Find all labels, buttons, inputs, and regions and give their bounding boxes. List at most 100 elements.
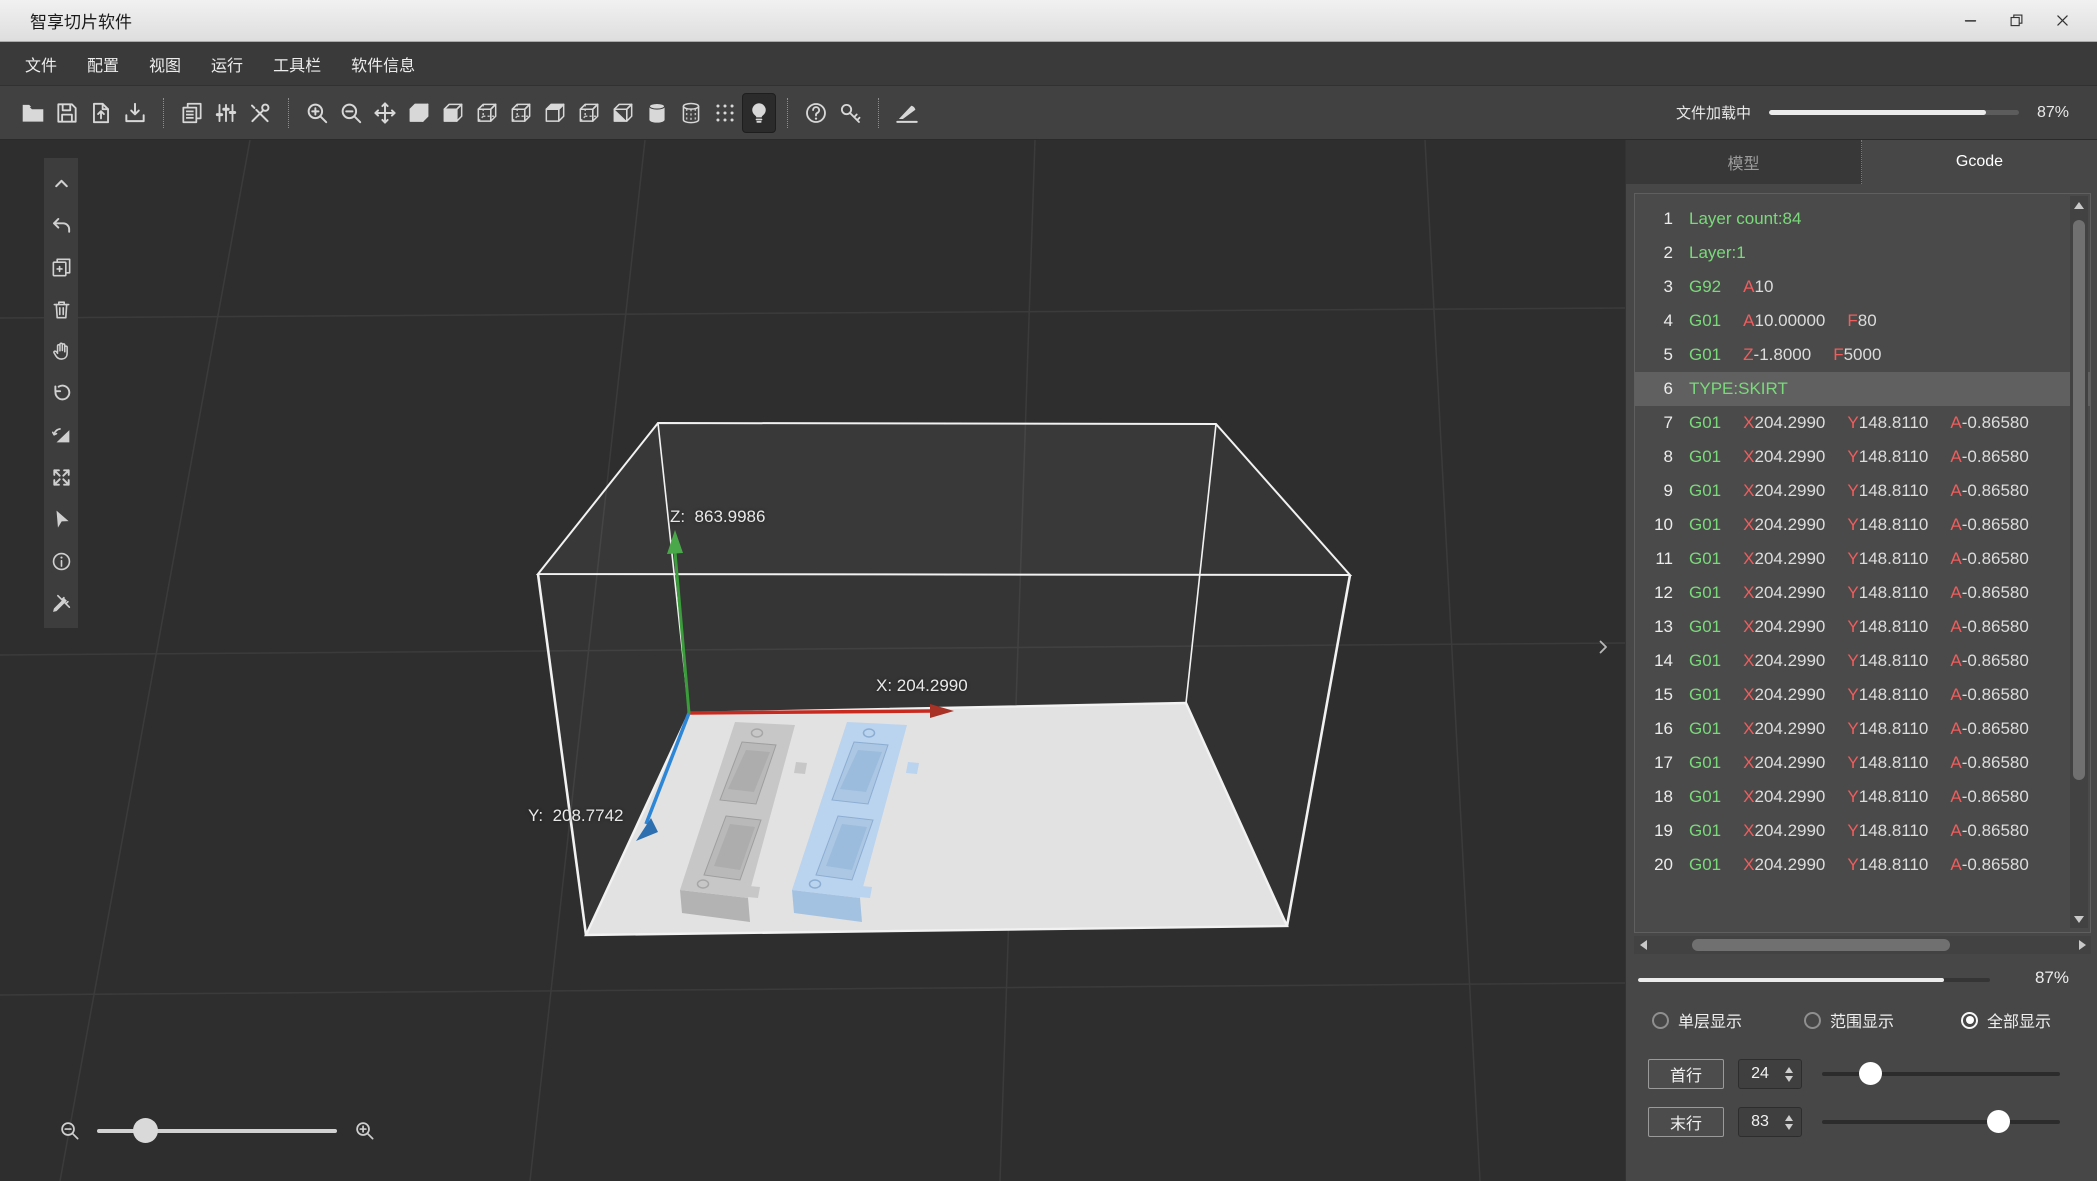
panel-collapse-handle[interactable] <box>1592 636 1614 658</box>
close-button[interactable] <box>2039 0 2085 41</box>
gcode-line[interactable]: 19G01X204.2990Y148.8110A-0.86580 <box>1635 814 2090 848</box>
display-mode-option[interactable]: 全部显示 <box>1961 1006 2051 1034</box>
gcode-line[interactable]: 16G01X204.2990Y148.8110A-0.86580 <box>1635 712 2090 746</box>
scroll-right-button[interactable] <box>2073 936 2091 954</box>
add-model-button[interactable] <box>44 246 78 288</box>
viewport-zoom-slider[interactable] <box>97 1129 337 1133</box>
gcode-vertical-scrollbar[interactable] <box>2070 196 2088 928</box>
save-file-button[interactable] <box>50 93 84 133</box>
select-button[interactable] <box>44 498 78 540</box>
spinner-up-icon[interactable] <box>1785 1067 1793 1073</box>
display-mode-option[interactable]: 范围显示 <box>1804 1006 1894 1034</box>
undo-button[interactable] <box>44 204 78 246</box>
gcode-line[interactable]: 14G01X204.2990Y148.8110A-0.86580 <box>1635 644 2090 678</box>
menu-item[interactable]: 工具栏 <box>258 42 336 85</box>
open-file-button[interactable] <box>16 93 50 133</box>
menu-item[interactable]: 软件信息 <box>336 42 430 85</box>
spinner-down-icon[interactable] <box>1785 1124 1793 1130</box>
gcode-line[interactable]: 18G01X204.2990Y148.8110A-0.86580 <box>1635 780 2090 814</box>
first-line-spinner[interactable]: 24 <box>1738 1059 1802 1089</box>
key-button[interactable] <box>833 93 867 133</box>
menu-item[interactable]: 运行 <box>196 42 258 85</box>
horizontal-scroll-thumb[interactable] <box>1692 939 1950 951</box>
cylinder-solid-button[interactable] <box>640 93 674 133</box>
vertical-scroll-thumb[interactable] <box>2073 220 2085 780</box>
spinner-down-icon[interactable] <box>1785 1076 1793 1082</box>
help-button[interactable] <box>799 93 833 133</box>
scroll-left-button[interactable] <box>1634 936 1652 954</box>
last-line-slider-thumb[interactable] <box>1987 1110 2010 1133</box>
gcode-line[interactable]: 20G01X204.2990Y148.8110A-0.86580 <box>1635 848 2090 882</box>
gcode-line[interactable]: 1Layer count:84 <box>1635 202 2090 236</box>
cut-tool-button[interactable] <box>890 93 924 133</box>
view-cube-iso-button[interactable] <box>606 93 640 133</box>
gcode-line[interactable]: 15G01X204.2990Y148.8110A-0.86580 <box>1635 678 2090 712</box>
view-cube-solid-button[interactable] <box>402 93 436 133</box>
point-cloud-button[interactable] <box>708 93 742 133</box>
gcode-line[interactable]: 9G01X204.2990Y148.8110A-0.86580 <box>1635 474 2090 508</box>
zoom-in-button[interactable] <box>300 93 334 133</box>
param-sliders-button[interactable] <box>209 93 243 133</box>
view-cube-front-button[interactable] <box>436 93 470 133</box>
view-cube-right-button[interactable] <box>504 93 538 133</box>
gcode-line[interactable]: 7G01X204.2990Y148.8110A-0.86580 <box>1635 406 2090 440</box>
zoom-in-icon[interactable] <box>353 1119 376 1142</box>
last-line-spinner[interactable]: 83 <box>1738 1107 1802 1137</box>
zoom-out-icon[interactable] <box>58 1119 81 1142</box>
pan-hand-button[interactable] <box>44 330 78 372</box>
first-line-button[interactable]: 首行 <box>1648 1059 1724 1089</box>
tab-gcode[interactable]: Gcode <box>1862 140 2097 184</box>
display-mode-option[interactable]: 单层显示 <box>1652 1006 1742 1034</box>
menu-item[interactable]: 配置 <box>72 42 134 85</box>
info-button[interactable] <box>44 540 78 582</box>
move-view-button[interactable] <box>368 93 402 133</box>
minimize-button[interactable] <box>1947 0 1993 41</box>
export-gcode-button[interactable] <box>118 93 152 133</box>
viewport-zoom-thumb[interactable] <box>133 1118 158 1143</box>
scroll-up-button[interactable] <box>2070 196 2088 214</box>
collapse-up-button[interactable] <box>44 162 78 204</box>
gcode-token: A <box>1950 855 1961 874</box>
gcode-list[interactable]: 1Layer count:842Layer:13G92A104G01A10.00… <box>1634 193 2091 933</box>
gcode-line[interactable]: 12G01X204.2990Y148.8110A-0.86580 <box>1635 576 2090 610</box>
gcode-line[interactable]: 13G01X204.2990Y148.8110A-0.86580 <box>1635 610 2090 644</box>
light-toggle-button[interactable] <box>742 93 776 133</box>
first-line-slider[interactable] <box>1822 1072 2060 1076</box>
gcode-line[interactable]: 8G01X204.2990Y148.8110A-0.86580 <box>1635 440 2090 474</box>
mode-label: 单层显示 <box>1678 1008 1742 1032</box>
machine-tools-button[interactable] <box>243 93 277 133</box>
copy-model-button[interactable] <box>175 93 209 133</box>
mirror-button[interactable] <box>44 414 78 456</box>
viewport-3d[interactable]: Z: 863.9986 X: 204.2990 Y: 208.7742 <box>0 140 1625 1181</box>
tab-model[interactable]: 模型 <box>1626 140 1862 184</box>
menu-item[interactable]: 视图 <box>134 42 196 85</box>
import-model-button[interactable] <box>84 93 118 133</box>
menu-item[interactable]: 文件 <box>10 42 72 85</box>
fit-view-button[interactable] <box>44 456 78 498</box>
first-line-slider-thumb[interactable] <box>1859 1062 1882 1085</box>
gcode-horizontal-scrollbar[interactable] <box>1634 936 2091 954</box>
gcode-word: A-0.86580 <box>1950 821 2028 841</box>
zoom-out-button[interactable] <box>334 93 368 133</box>
rotate-button[interactable] <box>44 372 78 414</box>
x-axis-label: X: 204.2990 <box>876 676 968 696</box>
gcode-line[interactable]: 6TYPE:SKIRT <box>1635 372 2090 406</box>
spinner-up-icon[interactable] <box>1785 1115 1793 1121</box>
gcode-line[interactable]: 4G01A10.00000F80 <box>1635 304 2090 338</box>
last-line-slider[interactable] <box>1822 1120 2060 1124</box>
cylinder-wire-button[interactable] <box>674 93 708 133</box>
delete-model-button[interactable] <box>44 288 78 330</box>
view-cube-left-button[interactable] <box>470 93 504 133</box>
scroll-down-button[interactable] <box>2070 910 2088 928</box>
gcode-line[interactable]: 3G92A10 <box>1635 270 2090 304</box>
restore-button[interactable] <box>1993 0 2039 41</box>
gcode-line[interactable]: 5G01Z-1.8000F5000 <box>1635 338 2090 372</box>
view-cube-top-button[interactable] <box>538 93 572 133</box>
view-cube-bottom-button[interactable] <box>572 93 606 133</box>
gcode-line[interactable]: 17G01X204.2990Y148.8110A-0.86580 <box>1635 746 2090 780</box>
gcode-line[interactable]: 10G01X204.2990Y148.8110A-0.86580 <box>1635 508 2090 542</box>
last-line-button[interactable]: 末行 <box>1648 1107 1724 1137</box>
gcode-line[interactable]: 11G01X204.2990Y148.8110A-0.86580 <box>1635 542 2090 576</box>
gcode-line[interactable]: 2Layer:1 <box>1635 236 2090 270</box>
measure-button[interactable] <box>44 582 78 624</box>
